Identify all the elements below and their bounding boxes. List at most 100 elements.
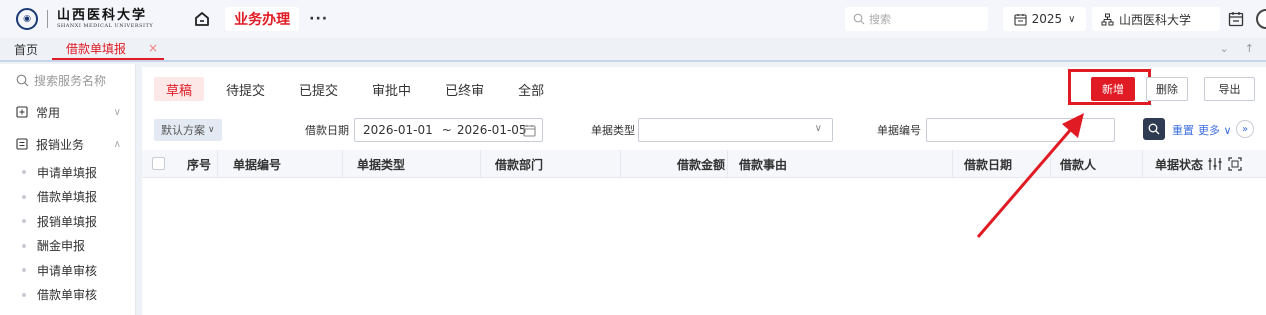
sidebar-item-label: 酬金申报 (37, 239, 86, 254)
sidebar-group-common[interactable]: 常用 ∨ (0, 96, 135, 128)
date-start: 2026-01-01 (363, 123, 433, 137)
service-search-placeholder: 搜索服务名称 (34, 73, 107, 88)
column-settings-icon[interactable] (1208, 157, 1222, 171)
folder-icon (16, 106, 28, 118)
sidebar-item-loan-review[interactable]: 借款单审核 (0, 283, 135, 308)
bullet-icon (22, 194, 26, 199)
type-label: 单据类型 (591, 124, 635, 137)
status-tab-in-approval[interactable]: 审批中 (360, 77, 423, 101)
column-header[interactable]: 单据类型 (357, 156, 405, 173)
chevron-down-icon: ∨ (208, 125, 215, 135)
calendar-icon (1014, 13, 1027, 26)
bullet-icon (22, 170, 26, 175)
column-header[interactable]: 单据状态 (1155, 156, 1203, 173)
university-emblem-icon: ◉ (16, 8, 38, 30)
type-select[interactable]: ∨ (638, 118, 833, 142)
arrow-up-icon[interactable]: ↑ (1245, 42, 1254, 55)
home-icon[interactable] (193, 10, 211, 28)
column-header[interactable]: 借款部门 (495, 156, 543, 173)
chevron-down-icon: ∨ (814, 123, 822, 134)
filter-bar: 默认方案 ∨ 借款日期 2026-01-01 ~ 2026-01-05 单据类型… (142, 117, 1266, 143)
sidebar-item-label: 借款单审核 (37, 288, 98, 303)
column-divider (620, 150, 621, 178)
logo[interactable]: ◉ 山西医科大学 SHANXI MEDICAL UNIVERSITY (16, 8, 153, 30)
export-button[interactable]: 导出 (1204, 77, 1255, 101)
reset-link[interactable]: 重置 (1172, 122, 1194, 138)
column-header[interactable]: 借款日期 (964, 156, 1012, 173)
table-header: 序号 单据编号 单据类型 借款部门 借款金额 借款事由 借款日期 借款人 单据状… (142, 150, 1266, 178)
number-input[interactable] (926, 118, 1115, 142)
sidebar-group-reimbursement-label: 报销业务 (36, 137, 85, 152)
logo-divider (47, 10, 48, 28)
nav-business[interactable]: 业务办理 (225, 7, 300, 31)
sidebar-item-apply-fill[interactable]: 申请单填报 (0, 160, 135, 185)
more-filters-link[interactable]: 更多 ∨ (1198, 122, 1232, 138)
sidebar-item-reimburse-fill[interactable]: 报销单填报 (0, 209, 135, 234)
bullet-icon (22, 219, 26, 224)
chevron-down-icon: ∨ (113, 106, 121, 118)
page-tab-bar: 首页 借款单填报 × ⌄ ↑ (0, 38, 1266, 62)
tab-home[interactable]: 首页 (0, 38, 52, 60)
sidebar-item-remuneration[interactable]: 酬金申报 (0, 234, 135, 259)
date-separator: ~ (441, 123, 452, 137)
global-search-input[interactable]: 搜索 (845, 7, 988, 31)
chevron-down-icon: ∨ (1068, 13, 1076, 25)
collapse-filters-icon[interactable]: » (1236, 120, 1254, 138)
column-divider (480, 150, 481, 178)
scheme-value: 默认方案 (161, 124, 205, 137)
column-divider (1142, 150, 1143, 178)
global-search-placeholder: 搜索 (869, 13, 891, 26)
calendar-icon[interactable] (1228, 11, 1244, 27)
year-select[interactable]: 2025 ∨ (1003, 7, 1086, 31)
tab-loan-form-label: 借款单填报 (66, 41, 127, 56)
main-panel: 草稿 待提交 已提交 审批中 已终审 全部 新增 删除 导出 默认方案 ∨ 借款… (142, 67, 1266, 315)
sidebar: 搜索服务名称 常用 ∨ 报销业务 ∧ 申请单填报 借款单填报 报销单填报 酬金申… (0, 64, 136, 315)
status-tabs: 草稿 待提交 已提交 审批中 已终审 全部 (154, 77, 566, 101)
org-chart-icon (1101, 13, 1114, 25)
search-icon (853, 13, 865, 25)
sidebar-group-reimbursement[interactable]: 报销业务 ∧ (0, 128, 135, 160)
status-tab-final-approved[interactable]: 已终审 (433, 77, 496, 101)
service-search-input[interactable]: 搜索服务名称 (0, 64, 135, 96)
search-icon (1148, 123, 1160, 135)
fullscreen-icon[interactable] (1228, 157, 1242, 171)
sidebar-group-common-label: 常用 (36, 105, 61, 120)
delete-button[interactable]: 删除 (1146, 77, 1188, 101)
logo-title: 山西医科大学 (57, 8, 148, 23)
calendar-icon (523, 125, 536, 137)
column-header[interactable]: 序号 (187, 156, 211, 173)
bullet-icon (22, 292, 26, 297)
number-label: 单据编号 (877, 124, 921, 137)
avatar[interactable] (1256, 9, 1266, 29)
year-value: 2025 (1031, 12, 1063, 26)
sidebar-item-apply-review[interactable]: 申请单审核 (0, 258, 135, 283)
column-divider (217, 150, 218, 178)
column-divider (1050, 150, 1051, 178)
status-tab-all[interactable]: 全部 (506, 77, 556, 101)
add-button[interactable]: 新增 (1091, 77, 1135, 101)
close-icon[interactable]: × (148, 41, 158, 55)
org-value: 山西医科大学 (1119, 12, 1192, 27)
date-range-input[interactable]: 2026-01-01 ~ 2026-01-05 (354, 118, 543, 142)
tab-loan-form[interactable]: 借款单填报 × (52, 38, 165, 60)
search-button[interactable] (1143, 118, 1165, 140)
scheme-select[interactable]: 默认方案 ∨ (154, 119, 222, 141)
status-tab-submitted[interactable]: 已提交 (287, 77, 350, 101)
column-header[interactable]: 借款人 (1060, 156, 1096, 173)
date-label: 借款日期 (305, 124, 349, 137)
more-menu-icon[interactable]: ··· (309, 11, 328, 27)
sidebar-item-loan-fill[interactable]: 借款单填报 (0, 185, 135, 210)
org-select[interactable]: 山西医科大学 (1092, 7, 1220, 31)
sidebar-item-label: 报销单填报 (37, 214, 98, 229)
column-header[interactable]: 借款事由 (739, 156, 787, 173)
column-header[interactable]: 借款金额 (677, 156, 725, 173)
status-tab-pending-submit[interactable]: 待提交 (214, 77, 277, 101)
sidebar-item-label: 申请单审核 (37, 263, 98, 278)
column-header[interactable]: 单据编号 (233, 156, 281, 173)
double-chevron-down-icon[interactable]: ⌄ (1220, 42, 1229, 55)
chevron-up-icon: ∧ (113, 138, 121, 150)
date-end: 2026-01-05 (456, 123, 527, 137)
logo-subtitle: SHANXI MEDICAL UNIVERSITY (57, 23, 154, 29)
select-all-checkbox[interactable] (152, 157, 165, 170)
status-tab-draft[interactable]: 草稿 (154, 77, 205, 101)
